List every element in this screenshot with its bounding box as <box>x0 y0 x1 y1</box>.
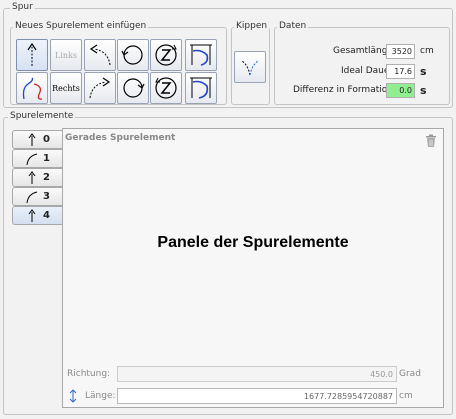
differenz-row: Differenz in Formation: 0.0 s <box>275 82 449 98</box>
circle-right-button[interactable] <box>117 72 149 104</box>
neues-spurelement-legend: Neues Spurelement einfügen <box>13 21 149 31</box>
links-label: Links <box>55 50 77 60</box>
rechts-label: Rechts <box>52 83 80 93</box>
richtung-unit: Grad <box>399 369 421 379</box>
circle-z-icon <box>155 77 177 99</box>
panel-title: Gerades Spurelement <box>65 133 176 143</box>
gesamtlaenge-row: Gesamtlänge: 3520 cm <box>275 43 449 59</box>
richtung-row: Richtung: 450.0 Grad <box>65 365 441 383</box>
trash-icon[interactable] <box>425 134 437 148</box>
gesamtlaenge-unit: cm <box>420 46 434 56</box>
zigzag-right-button[interactable] <box>150 72 182 104</box>
element-tab-1[interactable]: 1 <box>12 149 62 168</box>
laenge-input[interactable]: 1677.7285954720887 <box>117 388 397 404</box>
insert-curve-arc-button[interactable] <box>16 72 48 104</box>
laenge-unit: cm <box>399 391 413 401</box>
differenz-label: Differenz in Formation: <box>292 85 396 95</box>
flip-mirror-icon <box>241 60 259 76</box>
rechts-button[interactable]: Rechts <box>50 72 82 104</box>
curve-arrow-icon <box>26 191 38 203</box>
zigzag-left-button[interactable] <box>150 39 182 71</box>
formation-bottom-button[interactable] <box>185 72 217 104</box>
circle-left-button[interactable] <box>117 39 149 71</box>
daten-fieldset: Daten Gesamtlänge: 3520 cm Ideal Dauer: … <box>274 21 450 105</box>
element-tab-2[interactable]: 2 <box>12 168 62 187</box>
curve-left-button[interactable] <box>84 39 116 71</box>
element-tab-3[interactable]: 3 <box>12 187 62 206</box>
curve-left-right-icon <box>22 77 43 100</box>
richtung-label: Richtung: <box>67 369 111 379</box>
formation-loop-icon <box>190 77 212 99</box>
element-tab-4[interactable]: 4 <box>12 206 62 225</box>
differenz-value: 0.0 <box>386 82 415 98</box>
straight-arrow-icon <box>28 132 36 146</box>
element-tab-number: 1 <box>43 153 50 164</box>
element-panel: Gerades Spurelement Panele der Spureleme… <box>62 128 444 408</box>
formation-loop-icon <box>190 44 212 66</box>
straight-arrow-icon <box>28 170 36 184</box>
laenge-row: Länge: 1677.7285954720887 cm <box>65 387 441 405</box>
circle-cw-arrow-icon <box>123 78 145 98</box>
spur-legend: Spur <box>10 2 35 12</box>
formation-top-button[interactable] <box>185 39 217 71</box>
gesamtlaenge-value: 3520 <box>386 43 415 59</box>
circle-ccw-arrow-icon <box>121 45 143 65</box>
curve-right-button[interactable] <box>84 72 116 104</box>
ideal-dauer-row: Ideal Dauer: 17.6 s <box>275 63 449 79</box>
curve-arrow-icon <box>26 153 38 165</box>
richtung-field[interactable]: 450.0 <box>117 366 397 382</box>
straight-arrow-icon <box>28 208 36 222</box>
ideal-dauer-value: 17.6 <box>386 63 415 79</box>
circle-z-icon <box>155 44 177 66</box>
curve-left-arrow-icon <box>89 44 111 66</box>
element-tab-number: 3 <box>43 191 50 202</box>
panel-placeholder-text: Panele der Spurelemente <box>157 234 349 251</box>
straight-arrow-icon <box>27 42 37 66</box>
vertical-resize-arrow-icon <box>69 389 77 403</box>
ideal-dauer-unit: s <box>420 64 427 78</box>
element-tab-number: 4 <box>43 210 50 221</box>
laenge-label: Länge: <box>85 391 116 401</box>
daten-legend: Daten <box>277 21 309 31</box>
curve-right-arrow-icon <box>89 77 111 99</box>
spurelemente-legend: Spurelemente <box>8 111 76 121</box>
element-tab-number: 2 <box>43 172 50 183</box>
element-tab-number: 0 <box>43 134 50 145</box>
element-tab-0[interactable]: 0 <box>12 130 62 149</box>
differenz-unit: s <box>420 83 427 97</box>
kippen-legend: Kippen <box>234 21 270 31</box>
insert-straight-button[interactable] <box>16 39 48 71</box>
kippen-button[interactable] <box>234 51 266 83</box>
links-button[interactable]: Links <box>50 39 82 71</box>
